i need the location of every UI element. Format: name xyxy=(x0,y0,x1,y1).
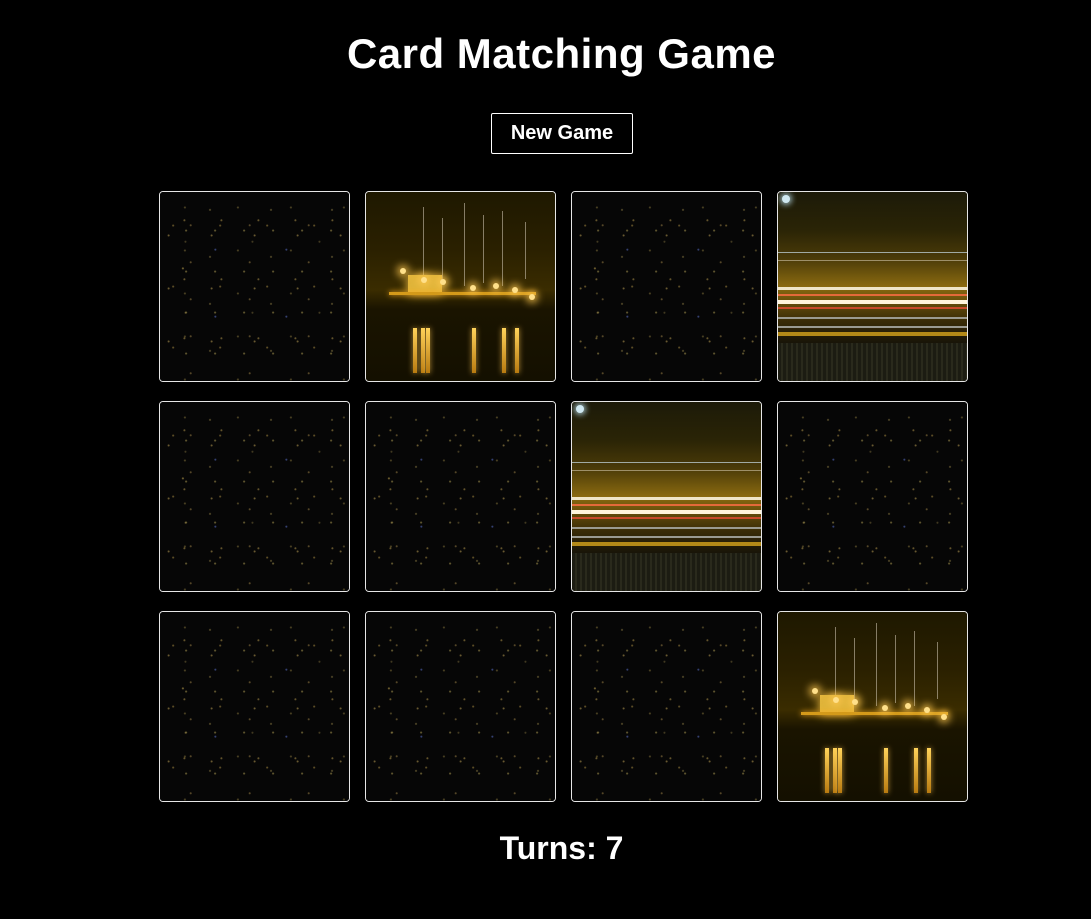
corner-light xyxy=(576,405,584,413)
light-pole xyxy=(483,214,485,283)
guard-rail xyxy=(778,326,967,329)
turns-label: Turns: xyxy=(499,830,597,866)
card-12[interactable] xyxy=(777,611,968,802)
card-2[interactable] xyxy=(365,191,556,382)
card-back-image xyxy=(366,612,555,801)
lamp-light xyxy=(420,277,427,284)
light-pole xyxy=(895,634,897,703)
highway-card-image xyxy=(778,192,967,381)
highway-card-image xyxy=(572,402,761,591)
light-trail xyxy=(778,294,967,297)
lamp-light xyxy=(832,697,839,704)
card-1[interactable] xyxy=(159,191,350,382)
light-reflection xyxy=(420,328,425,374)
light-pole xyxy=(876,623,878,707)
harbor-card-image xyxy=(366,192,555,381)
grass-foreground xyxy=(572,553,761,591)
guard-rail xyxy=(572,536,761,539)
light-reflection xyxy=(927,748,932,794)
card-5[interactable] xyxy=(159,401,350,592)
light-pole xyxy=(441,218,443,279)
lamp-light xyxy=(940,714,947,721)
light-pole xyxy=(936,642,938,699)
card-6[interactable] xyxy=(365,401,556,592)
light-reflection xyxy=(838,748,843,794)
lamp-light xyxy=(812,687,819,694)
light-trail xyxy=(778,307,967,310)
light-reflection xyxy=(883,748,888,794)
pier xyxy=(800,712,949,716)
light-pole xyxy=(502,210,504,287)
light-reflection xyxy=(471,328,476,374)
card-8[interactable] xyxy=(777,401,968,592)
light-pole xyxy=(464,203,466,287)
lamp-light xyxy=(851,698,858,705)
road-glow xyxy=(572,541,761,546)
game-app: Card Matching Game New Game Turns: 7 xyxy=(0,0,1091,919)
lamp-light xyxy=(469,284,476,291)
lamp-light xyxy=(904,702,911,709)
card-back-image xyxy=(160,612,349,801)
light-trail xyxy=(572,462,761,464)
card-back-image xyxy=(572,192,761,381)
card-back-image xyxy=(160,402,349,591)
harbor-card-image xyxy=(778,612,967,801)
card-back-image xyxy=(366,402,555,591)
light-trail xyxy=(572,496,761,500)
light-trail xyxy=(572,470,761,472)
card-3[interactable] xyxy=(571,191,762,382)
card-grid xyxy=(159,191,968,802)
card-9[interactable] xyxy=(159,611,350,802)
turns-counter: Turns: 7 xyxy=(0,830,1091,867)
light-pole xyxy=(853,638,855,699)
lamp-light xyxy=(923,706,930,713)
card-10[interactable] xyxy=(365,611,556,802)
card-7[interactable] xyxy=(571,401,762,592)
light-pole xyxy=(834,627,836,703)
lamp-light xyxy=(881,704,888,711)
light-trail xyxy=(572,504,761,507)
card-back-image xyxy=(778,402,967,591)
light-reflection xyxy=(515,328,520,374)
corner-light xyxy=(782,195,790,203)
light-reflection xyxy=(426,328,431,374)
card-back-image xyxy=(572,612,761,801)
road-glow xyxy=(778,331,967,336)
light-reflection xyxy=(825,748,830,794)
pier xyxy=(388,292,537,296)
light-trail xyxy=(572,517,761,520)
page-title: Card Matching Game xyxy=(346,30,777,77)
new-game-button[interactable]: New Game xyxy=(491,113,633,154)
light-pole xyxy=(422,207,424,283)
turns-value: 7 xyxy=(605,830,624,866)
light-trail xyxy=(572,509,761,514)
card-back-image xyxy=(160,192,349,381)
lamp-light xyxy=(511,286,518,293)
light-reflection xyxy=(502,328,507,374)
guard-rail xyxy=(778,316,967,319)
light-trail xyxy=(778,252,967,254)
lamp-light xyxy=(492,282,499,289)
card-11[interactable] xyxy=(571,611,762,802)
card-4[interactable] xyxy=(777,191,968,382)
light-reflection xyxy=(914,748,919,794)
guard-rail xyxy=(572,526,761,529)
lamp-light xyxy=(439,278,446,285)
lamp-light xyxy=(400,267,407,274)
light-reflection xyxy=(832,748,837,794)
lamp-light xyxy=(528,294,535,301)
grass-foreground xyxy=(778,343,967,381)
light-trail xyxy=(778,260,967,262)
light-trail xyxy=(778,299,967,304)
light-reflection xyxy=(413,328,418,374)
light-pole xyxy=(914,630,916,707)
light-trail xyxy=(778,286,967,290)
light-pole xyxy=(524,222,526,279)
